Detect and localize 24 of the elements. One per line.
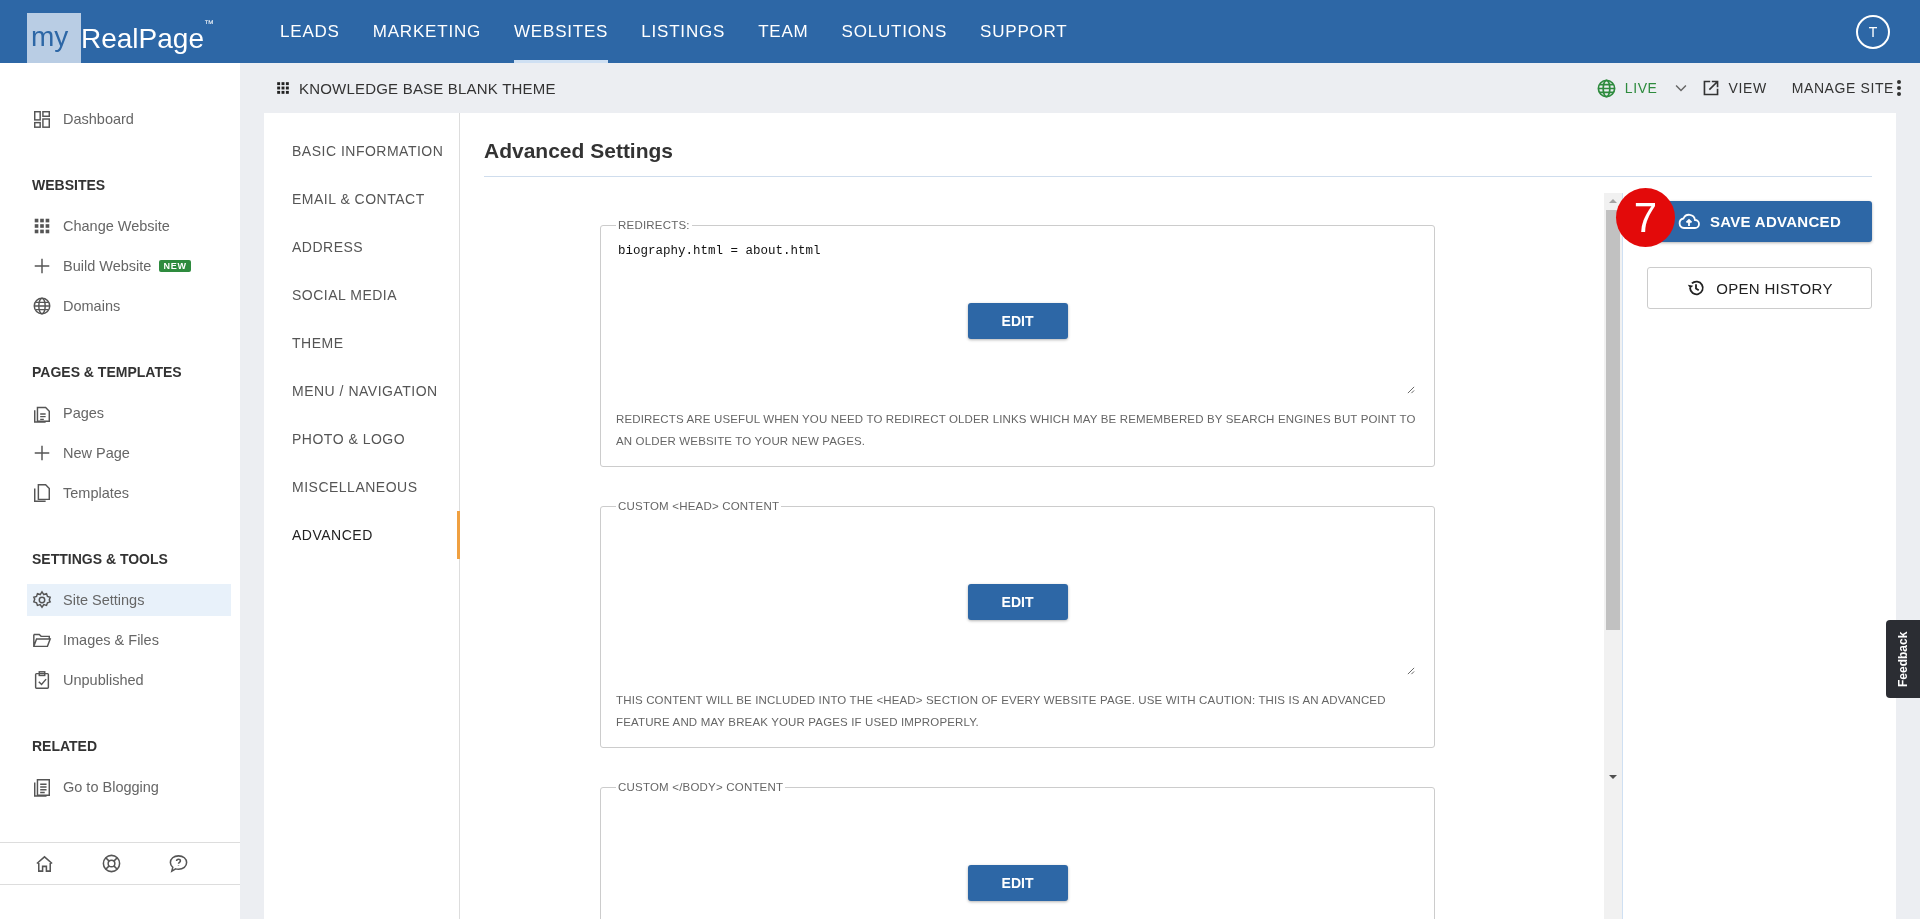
new-badge: NEW (159, 260, 191, 272)
step-number-overlay: 7 (1616, 188, 1675, 247)
sidebar-label: Images & Files (63, 632, 159, 648)
help-text: REDIRECTS ARE USEFUL WHEN YOU NEED TO REDIRECT OLDER LINKS WHICH MAY BE REMEMBERED BY SEARCH ENGINES BUT POINT TO AN OLDER WEBSITE TO YOUR NEW PAGES. (616, 412, 1417, 449)
sidebar-label: Change Website (63, 218, 170, 234)
fieldset-legend: CUSTOM <HEAD> CONTENT (616, 500, 782, 512)
fieldset-legend: REDIRECTS: (616, 219, 692, 231)
fieldset-legend: CUSTOM </BODY> CONTENT (616, 781, 786, 793)
sidebar-label: New Page (63, 445, 130, 461)
sidebar-label: Site Settings (63, 592, 145, 608)
sidebar-label: Go to Blogging (63, 779, 159, 795)
sidebar-label: Domains (63, 298, 121, 314)
sidebar-label: Unpublished (63, 672, 144, 688)
sidebar-label: Dashboard (63, 111, 134, 127)
page-title: Advanced Settings (484, 113, 1872, 177)
site-name: KNOWLEDGE BASE BLANK THEME (299, 79, 556, 97)
section-heading: RELATED (32, 737, 99, 756)
sidebar-label: Templates (63, 485, 130, 501)
section-heading: WEBSITES (32, 176, 107, 195)
sidebar-label: Build Website (63, 258, 152, 274)
help-text: THIS CONTENT WILL BE INCLUDED INTO THE <HEAD> SECTION OF EVERY WEBSITE PAGE. USE WITH CAUTION: THIS IS AN ADVANCED FEATURE AND MAY BREAK YOUR PAGES IF USED IMPROPERLY. (616, 693, 1387, 730)
section-heading: SETTINGS & TOOLS (32, 550, 169, 569)
section-heading: PAGES & TEMPLATES (32, 363, 183, 382)
sidebar-label: Pages (63, 405, 105, 421)
